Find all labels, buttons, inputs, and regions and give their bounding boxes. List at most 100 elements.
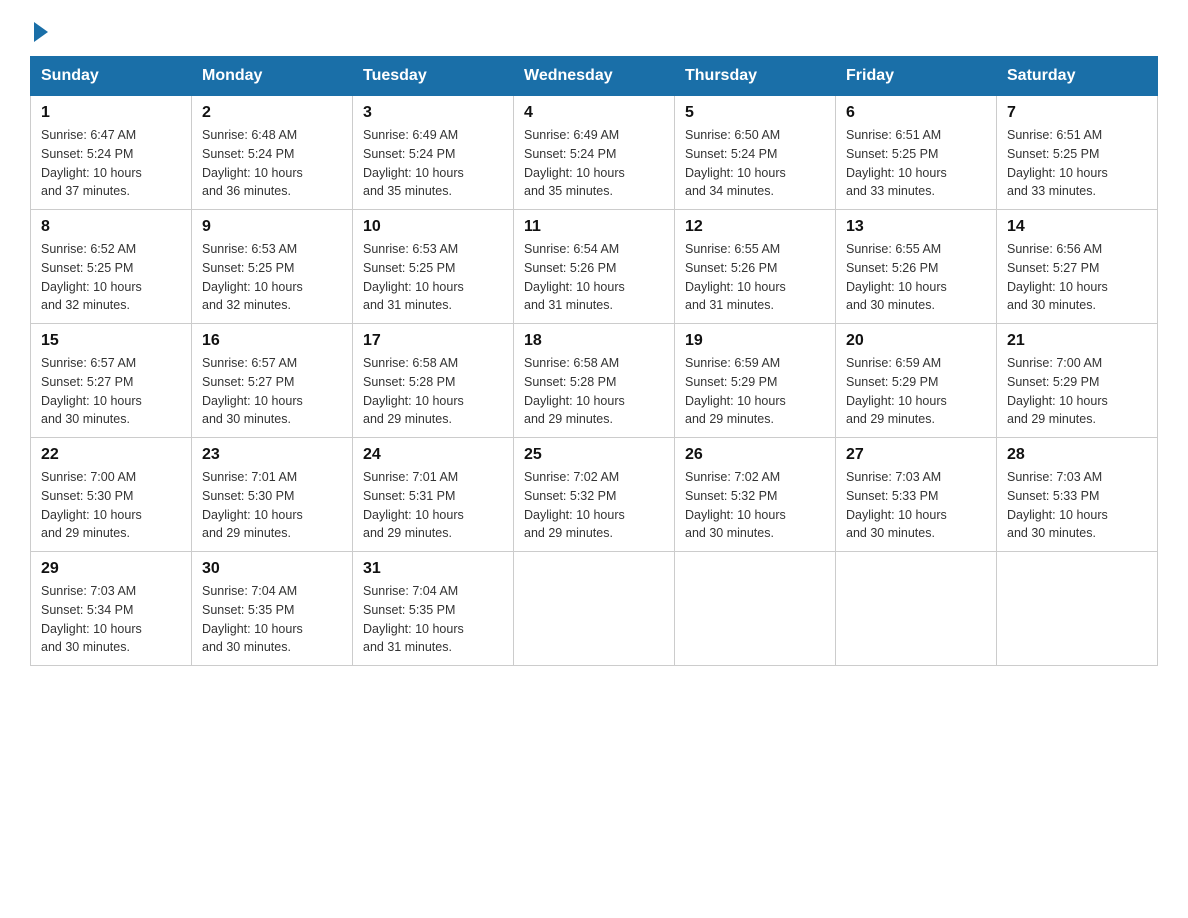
day-number: 17 [363, 332, 503, 350]
calendar-cell: 21 Sunrise: 7:00 AM Sunset: 5:29 PM Dayl… [997, 324, 1158, 438]
week-row-1: 1 Sunrise: 6:47 AM Sunset: 5:24 PM Dayli… [31, 96, 1158, 210]
day-info: Sunrise: 7:00 AM Sunset: 5:29 PM Dayligh… [1007, 354, 1147, 429]
day-info: Sunrise: 7:00 AM Sunset: 5:30 PM Dayligh… [41, 468, 181, 543]
day-number: 12 [685, 218, 825, 236]
calendar-cell: 1 Sunrise: 6:47 AM Sunset: 5:24 PM Dayli… [31, 96, 192, 210]
day-number: 3 [363, 104, 503, 122]
day-info: Sunrise: 6:51 AM Sunset: 5:25 PM Dayligh… [846, 126, 986, 201]
calendar-body: 1 Sunrise: 6:47 AM Sunset: 5:24 PM Dayli… [31, 96, 1158, 666]
header-cell-wednesday: Wednesday [514, 57, 675, 96]
day-info: Sunrise: 7:03 AM Sunset: 5:33 PM Dayligh… [1007, 468, 1147, 543]
day-info: Sunrise: 6:57 AM Sunset: 5:27 PM Dayligh… [41, 354, 181, 429]
week-row-5: 29 Sunrise: 7:03 AM Sunset: 5:34 PM Dayl… [31, 552, 1158, 666]
day-number: 29 [41, 560, 181, 578]
day-info: Sunrise: 6:56 AM Sunset: 5:27 PM Dayligh… [1007, 240, 1147, 315]
calendar-cell: 12 Sunrise: 6:55 AM Sunset: 5:26 PM Dayl… [675, 210, 836, 324]
calendar-cell: 9 Sunrise: 6:53 AM Sunset: 5:25 PM Dayli… [192, 210, 353, 324]
day-number: 7 [1007, 104, 1147, 122]
day-number: 9 [202, 218, 342, 236]
calendar-cell: 31 Sunrise: 7:04 AM Sunset: 5:35 PM Dayl… [353, 552, 514, 666]
calendar-cell: 24 Sunrise: 7:01 AM Sunset: 5:31 PM Dayl… [353, 438, 514, 552]
day-number: 14 [1007, 218, 1147, 236]
calendar-cell: 11 Sunrise: 6:54 AM Sunset: 5:26 PM Dayl… [514, 210, 675, 324]
calendar-cell: 4 Sunrise: 6:49 AM Sunset: 5:24 PM Dayli… [514, 96, 675, 210]
day-info: Sunrise: 6:49 AM Sunset: 5:24 PM Dayligh… [524, 126, 664, 201]
day-info: Sunrise: 7:02 AM Sunset: 5:32 PM Dayligh… [685, 468, 825, 543]
calendar-cell: 22 Sunrise: 7:00 AM Sunset: 5:30 PM Dayl… [31, 438, 192, 552]
day-info: Sunrise: 6:53 AM Sunset: 5:25 PM Dayligh… [202, 240, 342, 315]
day-number: 6 [846, 104, 986, 122]
calendar-cell: 14 Sunrise: 6:56 AM Sunset: 5:27 PM Dayl… [997, 210, 1158, 324]
day-number: 1 [41, 104, 181, 122]
calendar-cell: 8 Sunrise: 6:52 AM Sunset: 5:25 PM Dayli… [31, 210, 192, 324]
day-info: Sunrise: 7:01 AM Sunset: 5:31 PM Dayligh… [363, 468, 503, 543]
calendar-cell: 16 Sunrise: 6:57 AM Sunset: 5:27 PM Dayl… [192, 324, 353, 438]
day-number: 5 [685, 104, 825, 122]
day-number: 19 [685, 332, 825, 350]
day-number: 23 [202, 446, 342, 464]
day-info: Sunrise: 6:49 AM Sunset: 5:24 PM Dayligh… [363, 126, 503, 201]
calendar-cell: 19 Sunrise: 6:59 AM Sunset: 5:29 PM Dayl… [675, 324, 836, 438]
calendar-cell: 3 Sunrise: 6:49 AM Sunset: 5:24 PM Dayli… [353, 96, 514, 210]
day-number: 2 [202, 104, 342, 122]
header-cell-friday: Friday [836, 57, 997, 96]
header-cell-thursday: Thursday [675, 57, 836, 96]
day-info: Sunrise: 7:03 AM Sunset: 5:33 PM Dayligh… [846, 468, 986, 543]
calendar-cell: 13 Sunrise: 6:55 AM Sunset: 5:26 PM Dayl… [836, 210, 997, 324]
day-number: 25 [524, 446, 664, 464]
day-info: Sunrise: 6:59 AM Sunset: 5:29 PM Dayligh… [685, 354, 825, 429]
calendar-cell: 15 Sunrise: 6:57 AM Sunset: 5:27 PM Dayl… [31, 324, 192, 438]
calendar-cell: 5 Sunrise: 6:50 AM Sunset: 5:24 PM Dayli… [675, 96, 836, 210]
day-number: 20 [846, 332, 986, 350]
day-info: Sunrise: 6:54 AM Sunset: 5:26 PM Dayligh… [524, 240, 664, 315]
day-number: 22 [41, 446, 181, 464]
week-row-2: 8 Sunrise: 6:52 AM Sunset: 5:25 PM Dayli… [31, 210, 1158, 324]
day-number: 30 [202, 560, 342, 578]
day-info: Sunrise: 6:59 AM Sunset: 5:29 PM Dayligh… [846, 354, 986, 429]
header-row: SundayMondayTuesdayWednesdayThursdayFrid… [31, 57, 1158, 96]
day-info: Sunrise: 7:03 AM Sunset: 5:34 PM Dayligh… [41, 582, 181, 657]
calendar-cell [836, 552, 997, 666]
day-info: Sunrise: 7:04 AM Sunset: 5:35 PM Dayligh… [363, 582, 503, 657]
week-row-3: 15 Sunrise: 6:57 AM Sunset: 5:27 PM Dayl… [31, 324, 1158, 438]
calendar-cell: 17 Sunrise: 6:58 AM Sunset: 5:28 PM Dayl… [353, 324, 514, 438]
header-cell-tuesday: Tuesday [353, 57, 514, 96]
day-info: Sunrise: 6:50 AM Sunset: 5:24 PM Dayligh… [685, 126, 825, 201]
calendar-header: SundayMondayTuesdayWednesdayThursdayFrid… [31, 57, 1158, 96]
calendar-cell: 7 Sunrise: 6:51 AM Sunset: 5:25 PM Dayli… [997, 96, 1158, 210]
day-info: Sunrise: 7:02 AM Sunset: 5:32 PM Dayligh… [524, 468, 664, 543]
day-info: Sunrise: 6:47 AM Sunset: 5:24 PM Dayligh… [41, 126, 181, 201]
calendar-cell: 18 Sunrise: 6:58 AM Sunset: 5:28 PM Dayl… [514, 324, 675, 438]
day-info: Sunrise: 6:57 AM Sunset: 5:27 PM Dayligh… [202, 354, 342, 429]
day-number: 11 [524, 218, 664, 236]
day-info: Sunrise: 6:53 AM Sunset: 5:25 PM Dayligh… [363, 240, 503, 315]
day-info: Sunrise: 7:04 AM Sunset: 5:35 PM Dayligh… [202, 582, 342, 657]
calendar-cell: 10 Sunrise: 6:53 AM Sunset: 5:25 PM Dayl… [353, 210, 514, 324]
day-number: 26 [685, 446, 825, 464]
day-number: 28 [1007, 446, 1147, 464]
calendar-cell: 20 Sunrise: 6:59 AM Sunset: 5:29 PM Dayl… [836, 324, 997, 438]
day-number: 10 [363, 218, 503, 236]
calendar-cell [675, 552, 836, 666]
calendar-cell [514, 552, 675, 666]
day-info: Sunrise: 6:55 AM Sunset: 5:26 PM Dayligh… [685, 240, 825, 315]
calendar-table: SundayMondayTuesdayWednesdayThursdayFrid… [30, 56, 1158, 666]
day-info: Sunrise: 6:58 AM Sunset: 5:28 PM Dayligh… [363, 354, 503, 429]
calendar-cell: 26 Sunrise: 7:02 AM Sunset: 5:32 PM Dayl… [675, 438, 836, 552]
header-cell-saturday: Saturday [997, 57, 1158, 96]
day-info: Sunrise: 6:48 AM Sunset: 5:24 PM Dayligh… [202, 126, 342, 201]
logo [30, 20, 48, 38]
day-number: 21 [1007, 332, 1147, 350]
day-number: 13 [846, 218, 986, 236]
calendar-cell: 28 Sunrise: 7:03 AM Sunset: 5:33 PM Dayl… [997, 438, 1158, 552]
logo-triangle-icon [34, 22, 48, 42]
calendar-cell [997, 552, 1158, 666]
calendar-cell: 25 Sunrise: 7:02 AM Sunset: 5:32 PM Dayl… [514, 438, 675, 552]
day-number: 4 [524, 104, 664, 122]
calendar-cell: 23 Sunrise: 7:01 AM Sunset: 5:30 PM Dayl… [192, 438, 353, 552]
calendar-cell: 2 Sunrise: 6:48 AM Sunset: 5:24 PM Dayli… [192, 96, 353, 210]
day-number: 8 [41, 218, 181, 236]
calendar-cell: 29 Sunrise: 7:03 AM Sunset: 5:34 PM Dayl… [31, 552, 192, 666]
page-header [30, 20, 1158, 38]
day-info: Sunrise: 7:01 AM Sunset: 5:30 PM Dayligh… [202, 468, 342, 543]
